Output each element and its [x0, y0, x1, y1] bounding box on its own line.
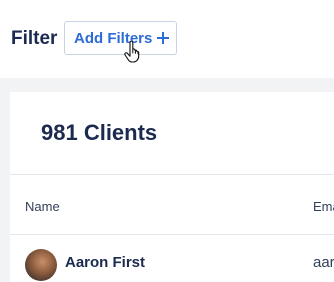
- column-header-name[interactable]: Name: [25, 199, 60, 214]
- client-name[interactable]: Aaron First: [65, 254, 145, 271]
- clients-count-title: 981 Clients: [41, 120, 158, 145]
- table-row[interactable]: Aaron First aar: [10, 235, 334, 281]
- add-filters-button[interactable]: Add Filters: [64, 21, 177, 55]
- plus-icon: [157, 32, 170, 44]
- divider: [10, 174, 334, 175]
- client-email: aar: [313, 254, 334, 271]
- filter-bar: Filter Add Filters: [0, 0, 334, 78]
- filter-label: Filter: [11, 28, 58, 49]
- clients-panel: 981 Clients Name Ema Aaron First aar: [10, 92, 334, 282]
- column-header-email[interactable]: Ema: [313, 199, 334, 214]
- hand-pointer-icon: [124, 41, 140, 63]
- avatar: [25, 249, 57, 281]
